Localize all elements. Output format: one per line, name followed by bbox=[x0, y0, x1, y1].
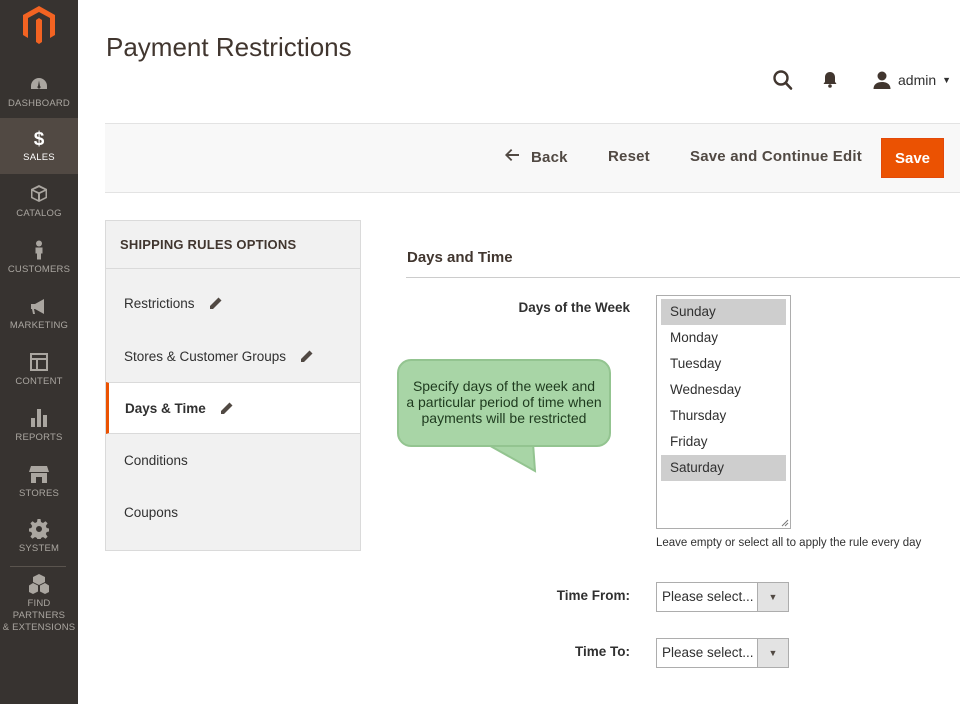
back-button[interactable]: Back bbox=[505, 148, 568, 166]
tabs-title: SHIPPING RULES OPTIONS bbox=[120, 237, 297, 252]
gear-icon bbox=[0, 519, 78, 541]
nav-label: CONTENT bbox=[15, 376, 63, 387]
day-option[interactable]: Saturday bbox=[661, 455, 786, 481]
tabs-divider bbox=[106, 268, 360, 269]
save-button[interactable]: Save bbox=[881, 138, 944, 178]
notifications-button[interactable] bbox=[820, 66, 840, 94]
select-value: Please select... bbox=[662, 645, 754, 660]
cubes-icon bbox=[0, 574, 78, 596]
nav-label: CATALOG bbox=[16, 208, 62, 219]
tab-conditions[interactable]: Conditions bbox=[106, 434, 360, 486]
magento-logo-icon[interactable] bbox=[22, 5, 56, 45]
section-title: Days and Time bbox=[407, 249, 513, 266]
search-button[interactable] bbox=[772, 66, 794, 94]
tab-label: Coupons bbox=[124, 504, 179, 520]
time-from-label: Time From: bbox=[556, 588, 630, 603]
callout-tail bbox=[483, 443, 539, 473]
resize-handle-icon[interactable] bbox=[781, 519, 789, 527]
day-option[interactable]: Monday bbox=[661, 325, 786, 351]
back-label: Back bbox=[531, 148, 568, 166]
user-menu[interactable]: admin ▼ bbox=[872, 66, 951, 94]
day-option[interactable]: Thursday bbox=[661, 403, 786, 429]
nav-label: SALES bbox=[23, 152, 55, 163]
day-option[interactable]: Wednesday bbox=[661, 377, 786, 403]
days-hint: Leave empty or select all to apply the r… bbox=[656, 537, 922, 549]
save-and-continue-button[interactable]: Save and Continue Edit bbox=[690, 148, 862, 165]
nav-label: REPORTS bbox=[15, 432, 63, 443]
nav-stores[interactable]: STORES bbox=[0, 464, 78, 520]
user-name: admin bbox=[898, 72, 937, 88]
tab-label: Days & Time bbox=[125, 400, 206, 416]
search-icon bbox=[773, 70, 793, 90]
svg-text:$: $ bbox=[34, 129, 45, 148]
dollar-icon: $ bbox=[0, 128, 78, 150]
caret-down-icon: ▼ bbox=[757, 583, 788, 611]
caret-down-icon: ▼ bbox=[757, 639, 788, 667]
day-option[interactable]: Friday bbox=[661, 429, 786, 455]
nav-label: DASHBOARD bbox=[8, 98, 70, 109]
box-icon bbox=[0, 184, 78, 206]
time-to-label: Time To: bbox=[574, 644, 630, 659]
nav-sales[interactable]: $ SALES bbox=[0, 118, 78, 174]
time-from-select[interactable]: Please select... ▼ bbox=[656, 582, 789, 612]
rule-options-tabs: SHIPPING RULES OPTIONS Restrictions Stor… bbox=[105, 220, 361, 551]
pencil-icon bbox=[220, 402, 233, 414]
bell-icon bbox=[823, 72, 837, 88]
storefront-icon bbox=[0, 464, 78, 486]
days-of-week-label: Days of the Week bbox=[518, 300, 630, 315]
reset-button[interactable]: Reset bbox=[608, 148, 650, 165]
section-divider bbox=[406, 277, 960, 278]
page-actions-toolbar: Back Reset Save and Continue Edit Save bbox=[105, 123, 960, 193]
tab-restrictions[interactable]: Restrictions bbox=[106, 277, 360, 329]
callout-line: payments will be restricted bbox=[421, 410, 587, 426]
nav-catalog[interactable]: CATALOG bbox=[0, 184, 78, 240]
person-icon bbox=[0, 240, 78, 262]
caret-down-icon: ▼ bbox=[942, 75, 952, 85]
nav-find-partners[interactable]: FIND PARTNERS & EXTENSIONS bbox=[0, 574, 78, 634]
tab-coupons[interactable]: Coupons bbox=[106, 486, 360, 538]
tab-label: Restrictions bbox=[124, 295, 195, 311]
megaphone-icon bbox=[0, 296, 78, 318]
tab-stores-customer-groups[interactable]: Stores & Customer Groups bbox=[106, 330, 360, 382]
nav-label: SYSTEM bbox=[18, 543, 60, 554]
days-of-week-multiselect[interactable]: Sunday Monday Tuesday Wednesday Thursday… bbox=[656, 295, 791, 529]
nav-divider bbox=[10, 566, 66, 567]
nav-reports[interactable]: REPORTS bbox=[0, 408, 78, 464]
bar-chart-icon bbox=[0, 408, 78, 430]
tab-label: Conditions bbox=[124, 452, 188, 468]
help-callout: Specify days of the week and a particula… bbox=[397, 359, 611, 447]
pencil-icon bbox=[209, 297, 222, 309]
arrow-left-icon bbox=[505, 148, 519, 166]
page-title: Payment Restrictions bbox=[106, 32, 352, 62]
speedometer-icon bbox=[0, 74, 78, 96]
tab-days-time[interactable]: Days & Time bbox=[106, 382, 360, 434]
nav-content[interactable]: CONTENT bbox=[0, 352, 78, 408]
nav-label: CUSTOMERS bbox=[7, 264, 71, 275]
admin-sidebar: DASHBOARD $ SALES CATALOG CUSTOMERS MARK… bbox=[0, 0, 78, 704]
day-option[interactable]: Sunday bbox=[661, 299, 786, 325]
nav-label: STORES bbox=[18, 488, 60, 499]
time-to-select[interactable]: Please select... ▼ bbox=[656, 638, 789, 668]
nav-label: MARKETING bbox=[9, 320, 69, 331]
nav-customers[interactable]: CUSTOMERS bbox=[0, 240, 78, 296]
nav-label: FIND PARTNERS bbox=[12, 598, 66, 621]
tab-label: Stores & Customer Groups bbox=[124, 348, 287, 364]
callout-line: Specify days of the week and bbox=[412, 378, 596, 394]
layout-icon bbox=[0, 352, 78, 374]
nav-marketing[interactable]: MARKETING bbox=[0, 296, 78, 352]
day-option[interactable]: Tuesday bbox=[661, 351, 786, 377]
pencil-icon bbox=[301, 350, 313, 362]
nav-label: & EXTENSIONS bbox=[2, 622, 76, 633]
callout-line: a particular period of time when bbox=[406, 394, 602, 410]
select-value: Please select... bbox=[662, 589, 754, 604]
user-icon bbox=[873, 71, 891, 89]
